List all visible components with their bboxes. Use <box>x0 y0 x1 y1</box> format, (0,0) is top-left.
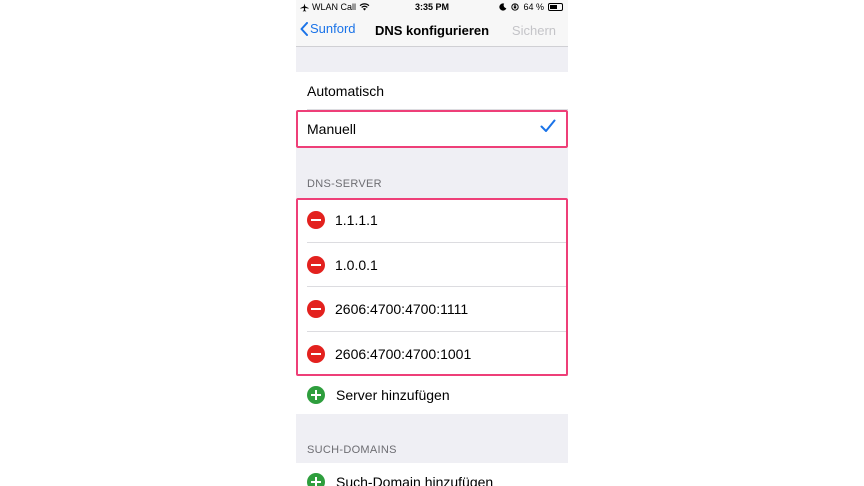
minus-circle-icon[interactable] <box>307 255 325 274</box>
dns-server-section-header: DNS-SERVER <box>307 178 382 190</box>
search-domains-section-header: SUCH-DOMAINS <box>307 444 397 456</box>
add-server-button[interactable]: Server hinzufügen <box>296 376 568 414</box>
dns-mode-group: Automatisch Manuell <box>296 72 568 148</box>
plus-circle-icon <box>307 386 325 404</box>
dns-server-row[interactable]: 1.1.1.1 <box>296 198 568 243</box>
dns-server-row[interactable]: 2606:4700:4700:1111 <box>296 287 568 332</box>
dns-server-address: 2606:4700:4700:1111 <box>335 301 469 318</box>
battery-icon <box>548 3 563 11</box>
checkmark-icon <box>540 119 556 132</box>
add-search-domain-label: Such-Domain hinzufügen <box>336 474 494 486</box>
add-server-label: Server hinzufügen <box>336 387 450 403</box>
minus-circle-icon[interactable] <box>307 211 325 230</box>
dns-server-group: 1.1.1.1 1.0.0.1 2606:4700:4700:1111 2606… <box>296 198 568 414</box>
minus-circle-icon[interactable] <box>307 344 325 363</box>
mode-option-automatic-label: Automatisch <box>307 83 385 99</box>
back-button[interactable]: Sunford <box>300 21 356 36</box>
search-domains-group: Such-Domain hinzufügen <box>296 463 568 486</box>
save-button[interactable]: Sichern <box>512 23 556 38</box>
mode-option-automatic[interactable]: Automatisch <box>296 72 568 110</box>
orientation-lock-icon <box>511 3 520 11</box>
status-bar: WLAN Call 3:35 PM 64 % <box>296 0 568 14</box>
chevron-left-icon <box>300 21 308 36</box>
phone-screen: WLAN Call 3:35 PM 64 % Sunford DNS konfi… <box>296 0 568 486</box>
dns-server-address: 2606:4700:4700:1001 <box>335 345 472 362</box>
battery-percent: 64 % <box>523 2 544 12</box>
dns-server-address: 1.0.0.1 <box>335 256 378 273</box>
dns-server-row[interactable]: 1.0.0.1 <box>296 243 568 288</box>
back-button-label: Sunford <box>310 21 356 36</box>
plus-circle-icon <box>307 473 325 486</box>
moon-icon <box>499 3 507 11</box>
mode-option-manual-label: Manuell <box>307 121 357 137</box>
minus-circle-icon[interactable] <box>307 300 325 319</box>
navigation-bar: Sunford DNS konfigurieren Sichern <box>296 14 568 47</box>
dns-server-row[interactable]: 2606:4700:4700:1001 <box>296 332 568 377</box>
mode-option-manual[interactable]: Manuell <box>296 110 568 148</box>
dns-server-address: 1.1.1.1 <box>335 212 378 229</box>
add-search-domain-button[interactable]: Such-Domain hinzufügen <box>296 463 568 486</box>
